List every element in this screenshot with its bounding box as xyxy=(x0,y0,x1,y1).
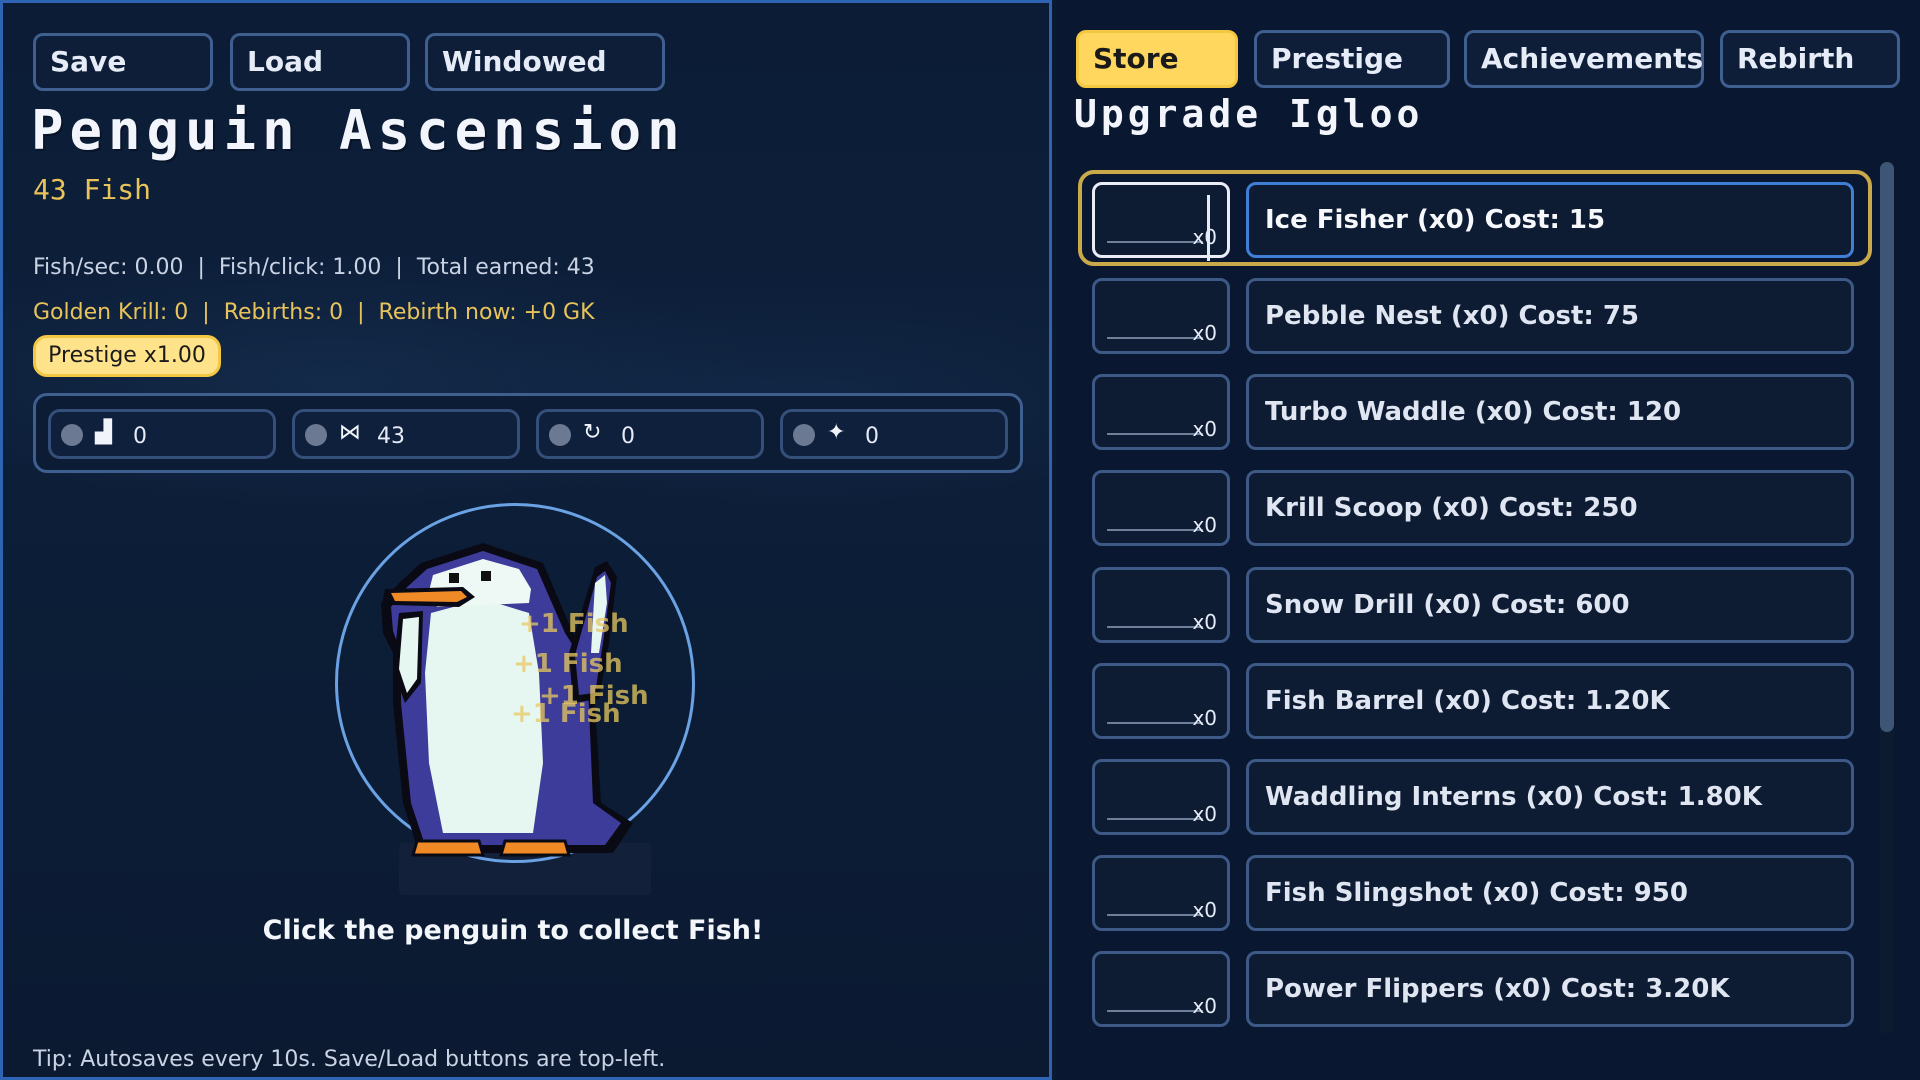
rebirth-now: Rebirth now: +0 GK xyxy=(378,300,595,325)
resource-value: 0 xyxy=(621,424,635,449)
slot-dot xyxy=(305,424,327,446)
section-title: Upgrade Igloo xyxy=(1074,92,1424,136)
store-row-waddling-interns: x0 Waddling Interns (x0) Cost: 1.80K xyxy=(1092,755,1872,835)
store-row-pebble-nest: x0 Pebble Nest (x0) Cost: 75 xyxy=(1092,274,1872,354)
resource-value: 0 xyxy=(133,424,147,449)
store-row-turbo-waddle: x0 Turbo Waddle (x0) Cost: 120 xyxy=(1092,370,1872,450)
input-underline xyxy=(1107,1010,1203,1012)
tip-text: Tip: Autosaves every 10s. Save/Load butt… xyxy=(33,1047,666,1072)
load-button[interactable]: Load xyxy=(230,33,410,91)
input-underline xyxy=(1107,818,1203,820)
boot-icon: ▟ xyxy=(95,420,112,445)
quantity-suffix: x0 xyxy=(1192,225,1217,249)
buy-turbo-waddle-button[interactable]: Turbo Waddle (x0) Cost: 120 xyxy=(1246,374,1854,450)
resource-slot-boot: ▟ 0 xyxy=(48,409,276,459)
tab-prestige[interactable]: Prestige xyxy=(1254,30,1450,88)
store-row-power-flippers: x0 Power Flippers (x0) Cost: 3.20K xyxy=(1092,947,1872,1027)
separator: | xyxy=(395,255,403,280)
quantity-input[interactable]: x0 xyxy=(1092,374,1230,450)
quantity-suffix: x0 xyxy=(1192,994,1217,1018)
store-row-ice-fisher: x0 Ice Fisher (x0) Cost: 15 xyxy=(1078,170,1872,266)
game-title: Penguin Ascension xyxy=(31,99,686,162)
resource-bar: ▟ 0 ⋈ 43 ↻ 0 ✦ 0 xyxy=(33,393,1023,473)
input-underline xyxy=(1107,914,1203,916)
store-list: x0 Ice Fisher (x0) Cost: 15 x0 Pebble Ne… xyxy=(1078,170,1882,1040)
fish-per-click: Fish/click: 1.00 xyxy=(218,255,382,280)
sparkle-icon: ✦ xyxy=(827,420,846,445)
penguin-hint-text: Click the penguin to collect Fish! xyxy=(262,915,764,946)
input-underline xyxy=(1107,241,1203,243)
buy-ice-fisher-button[interactable]: Ice Fisher (x0) Cost: 15 xyxy=(1246,182,1854,258)
floating-gain-text: +1 Fish xyxy=(511,699,621,729)
buy-krill-scoop-button[interactable]: Krill Scoop (x0) Cost: 250 xyxy=(1246,470,1854,546)
buy-power-flippers-button[interactable]: Power Flippers (x0) Cost: 3.20K xyxy=(1246,951,1854,1027)
resource-value: 43 xyxy=(377,424,405,449)
resource-slot-refresh: ↻ 0 xyxy=(536,409,764,459)
separator: | xyxy=(357,300,365,325)
quantity-suffix: x0 xyxy=(1192,802,1217,826)
scrollbar-thumb[interactable] xyxy=(1880,162,1894,732)
resource-slot-sparkle: ✦ 0 xyxy=(780,409,1008,459)
quantity-suffix: x0 xyxy=(1192,706,1217,730)
text-caret xyxy=(1207,195,1210,261)
quantity-input[interactable]: x0 xyxy=(1092,182,1230,261)
quantity-suffix: x0 xyxy=(1192,610,1217,634)
quantity-input[interactable]: x0 xyxy=(1092,951,1230,1027)
rebirths: Rebirths: 0 xyxy=(223,300,344,325)
quantity-suffix: x0 xyxy=(1192,321,1217,345)
input-underline xyxy=(1107,337,1203,339)
quantity-input[interactable]: x0 xyxy=(1092,567,1230,643)
fish-per-sec: Fish/sec: 0.00 xyxy=(33,255,184,280)
quantity-input[interactable]: x0 xyxy=(1092,663,1230,739)
refresh-icon: ↻ xyxy=(583,420,602,445)
save-button[interactable]: Save xyxy=(33,33,213,91)
store-row-krill-scoop: x0 Krill Scoop (x0) Cost: 250 xyxy=(1092,466,1872,546)
total-earned: Total earned: 43 xyxy=(416,255,595,280)
input-underline xyxy=(1107,529,1203,531)
quantity-input[interactable]: x0 xyxy=(1092,759,1230,835)
quantity-input[interactable]: x0 xyxy=(1092,278,1230,354)
stats-row-primary: Fish/sec: 0.00 | Fish/click: 1.00 | Total ea… xyxy=(33,255,595,280)
resource-value: 0 xyxy=(865,424,879,449)
floating-gain-text: +1 Fish xyxy=(519,609,629,639)
fish-count: 43 Fish xyxy=(33,173,152,206)
buy-snow-drill-button[interactable]: Snow Drill (x0) Cost: 600 xyxy=(1246,567,1854,643)
penguin-click-target[interactable]: +1 Fish +1 Fish +1 Fish +1 Fish xyxy=(333,503,695,903)
floating-gain-text: +1 Fish xyxy=(513,649,623,679)
prestige-multiplier-badge: Prestige x1.00 xyxy=(33,335,221,377)
quantity-input[interactable]: x0 xyxy=(1092,470,1230,546)
store-row-fish-barrel: x0 Fish Barrel (x0) Cost: 1.20K xyxy=(1092,659,1872,739)
game-root: Save Load Windowed Penguin Ascension 43 … xyxy=(0,0,1920,1080)
slot-dot xyxy=(793,424,815,446)
quantity-input[interactable]: x0 xyxy=(1092,855,1230,931)
buy-fish-slingshot-button[interactable]: Fish Slingshot (x0) Cost: 950 xyxy=(1246,855,1854,931)
tab-achievements[interactable]: Achievements xyxy=(1464,30,1704,88)
buy-waddling-interns-button[interactable]: Waddling Interns (x0) Cost: 1.80K xyxy=(1246,759,1854,835)
separator: | xyxy=(202,300,210,325)
quantity-suffix: x0 xyxy=(1192,417,1217,441)
fish-icon: ⋈ xyxy=(339,420,361,445)
quantity-suffix: x0 xyxy=(1192,898,1217,922)
slot-dot xyxy=(61,424,83,446)
separator: | xyxy=(197,255,205,280)
tab-rebirth[interactable]: Rebirth xyxy=(1720,30,1900,88)
stats-row-secondary: Golden Krill: 0 | Rebirths: 0 | Rebirth now:… xyxy=(33,300,595,325)
store-row-snow-drill: x0 Snow Drill (x0) Cost: 600 xyxy=(1092,563,1872,643)
input-underline xyxy=(1107,626,1203,628)
quantity-suffix: x0 xyxy=(1192,513,1217,537)
store-row-fish-slingshot: x0 Fish Slingshot (x0) Cost: 950 xyxy=(1092,851,1872,931)
input-underline xyxy=(1107,433,1203,435)
resource-slot-fish: ⋈ 43 xyxy=(292,409,520,459)
store-scrollbar[interactable] xyxy=(1880,162,1894,1034)
golden-krill: Golden Krill: 0 xyxy=(33,300,189,325)
tab-store[interactable]: Store xyxy=(1076,30,1238,88)
right-panel: Store Prestige Achievements Rebirth Upgr… xyxy=(1056,0,1920,1080)
buy-fish-barrel-button[interactable]: Fish Barrel (x0) Cost: 1.20K xyxy=(1246,663,1854,739)
slot-dot xyxy=(549,424,571,446)
input-underline xyxy=(1107,722,1203,724)
left-panel: Save Load Windowed Penguin Ascension 43 … xyxy=(0,0,1052,1080)
buy-pebble-nest-button[interactable]: Pebble Nest (x0) Cost: 75 xyxy=(1246,278,1854,354)
windowed-button[interactable]: Windowed xyxy=(425,33,665,91)
